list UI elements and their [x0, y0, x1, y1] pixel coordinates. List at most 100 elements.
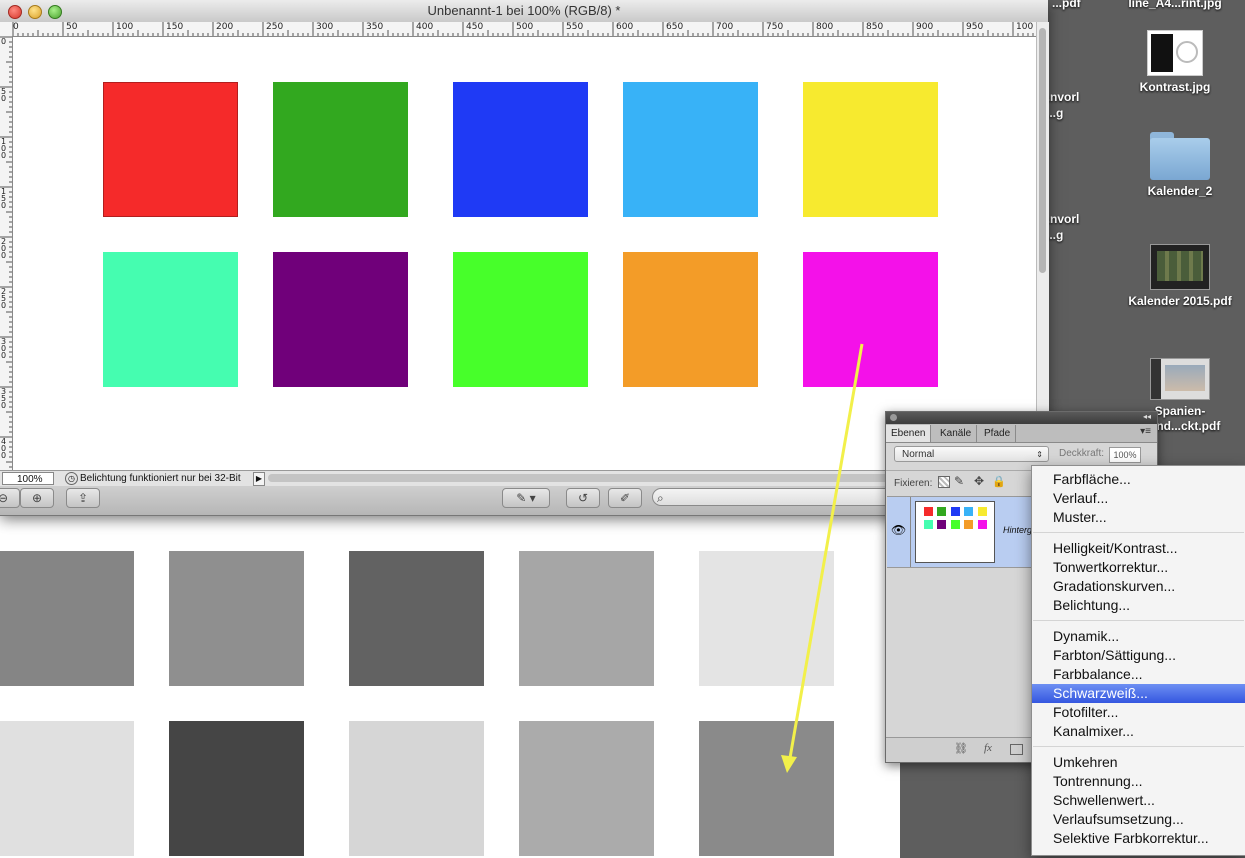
menu-item-belichtung[interactable]: Belichtung... — [1032, 596, 1245, 615]
menu-item-schwarzweiss[interactable]: Schwarzweiß... — [1032, 684, 1245, 703]
lock-move-icon[interactable]: ✥ — [974, 474, 984, 488]
ruler-label: 250 — [266, 22, 284, 32]
search-icon: ⌕ — [657, 491, 664, 505]
gray-square — [169, 551, 304, 686]
adjustment-layer-menu: Farbfläche... Verlauf... Muster... Helli… — [1031, 465, 1245, 856]
lock-transparency-icon[interactable] — [938, 476, 950, 488]
gray-square — [699, 551, 834, 686]
ruler-label: 150 — [166, 22, 184, 32]
vertical-scroll-thumb[interactable] — [1039, 28, 1046, 273]
document-canvas[interactable] — [13, 37, 1036, 470]
ruler-label: 100 — [1016, 22, 1034, 32]
edit-markup-icon[interactable]: ✐ — [608, 488, 642, 508]
ruler-label: 450 — [466, 22, 484, 32]
desktop-icon-line-a4[interactable]: line_A4...rint.jpg — [1120, 0, 1230, 11]
ruler-label: 600 — [616, 22, 634, 32]
lock-brush-icon[interactable]: ✎ — [954, 474, 964, 488]
ruler-label: 850 — [866, 22, 884, 32]
ruler-label: 200 — [216, 22, 234, 32]
opacity-input[interactable]: 100% — [1109, 447, 1141, 463]
eye-icon[interactable]: 👁 — [891, 523, 906, 537]
status-message: Belichtung funktioniert nur bei 32-Bit — [80, 473, 241, 484]
vertical-scrollbar[interactable] — [1036, 22, 1049, 470]
panel-menu-icon[interactable]: ▾≡ — [1140, 426, 1151, 437]
ruler-label: 950 — [966, 22, 984, 32]
ruler-label: 2 0 0 — [1, 237, 7, 260]
menu-item-schwellenwert[interactable]: Schwellenwert... — [1032, 791, 1245, 810]
ruler-label: 1 5 0 — [1, 187, 7, 210]
desktop-icon-kontrast[interactable]: Kontrast.jpg — [1120, 30, 1230, 95]
thumb-swatch — [964, 507, 973, 516]
add-mask-icon[interactable] — [1010, 744, 1023, 755]
fx-icon[interactable]: fx — [984, 742, 992, 754]
color-square-green — [273, 82, 408, 217]
status-menu-arrow-icon[interactable]: ▶ — [253, 472, 265, 486]
window-titlebar[interactable]: Unbenannt-1 bei 100% (RGB/8) * — [0, 0, 1048, 23]
menu-separator — [1033, 620, 1244, 621]
ruler-top[interactable]: 0 50 100 150 200 250 300 350 400 450 500… — [12, 22, 1036, 37]
ruler-label: 4 0 0 — [1, 437, 7, 460]
menu-item-muster[interactable]: Muster... — [1032, 508, 1245, 527]
panel-close-icon[interactable] — [890, 414, 897, 421]
desktop-partial-label: ...pdf — [1052, 0, 1081, 10]
ruler-label: 100 — [116, 22, 134, 32]
annotate-pen-icon[interactable]: ✎ ▾ — [502, 488, 550, 508]
thumb-swatch — [978, 520, 987, 529]
blend-mode-value: Normal — [902, 449, 935, 460]
zoom-level-field[interactable]: 100% — [2, 472, 54, 485]
panel-header[interactable]: ◂◂ — [886, 412, 1157, 424]
menu-item-tonwertkorrektur[interactable]: Tonwertkorrektur... — [1032, 558, 1245, 577]
pdf-file-icon — [1150, 358, 1210, 400]
menu-item-tontrennung[interactable]: Tontrennung... — [1032, 772, 1245, 791]
menu-item-gradationskurven[interactable]: Gradationskurven... — [1032, 577, 1245, 596]
document-info-icon[interactable]: ◷ — [65, 472, 78, 485]
menu-item-kanalmixer[interactable]: Kanalmixer... — [1032, 722, 1245, 741]
menu-item-farbton-saettigung[interactable]: Farbton/Sättigung... — [1032, 646, 1245, 665]
zoom-in-icon[interactable]: ⊕ — [20, 488, 54, 508]
chevron-updown-icon: ⇕ — [1036, 450, 1043, 459]
menu-item-farbflaeche[interactable]: Farbfläche... — [1032, 470, 1245, 489]
lock-all-icon[interactable]: 🔒 — [992, 475, 1006, 488]
thumb-swatch — [937, 507, 946, 516]
panel-collapse-icon[interactable]: ◂◂ — [1143, 412, 1151, 421]
menu-item-dynamik[interactable]: Dynamik... — [1032, 627, 1245, 646]
link-layers-icon[interactable]: ⛓ — [954, 742, 968, 755]
menu-item-verlaufsumsetzung[interactable]: Verlaufsumsetzung... — [1032, 810, 1245, 829]
zoom-out-icon[interactable]: ⊖ — [0, 488, 20, 508]
ruler-label: 5 0 — [1, 87, 7, 103]
desktop-icon-label: Kalender 2015.pdf — [1128, 294, 1232, 308]
ruler-label: 3 0 0 — [1, 337, 7, 360]
ruler-label: 900 — [916, 22, 934, 32]
share-icon[interactable]: ⇪ — [66, 488, 100, 508]
thumb-swatch — [978, 507, 987, 516]
layer-thumbnail — [915, 501, 995, 563]
lock-label: Fixieren: — [894, 478, 933, 489]
color-square-light-blue — [623, 82, 758, 217]
gray-square — [699, 721, 834, 856]
desktop-icon-kalender-2[interactable]: Kalender_2 — [1125, 132, 1235, 199]
menu-item-umkehren[interactable]: Umkehren — [1032, 753, 1245, 772]
ruler-label: 500 — [516, 22, 534, 32]
tab-paths[interactable]: Pfade — [979, 425, 1017, 442]
color-square-yellow — [803, 82, 938, 217]
ruler-label: 50 — [66, 22, 78, 32]
divider — [910, 497, 911, 567]
ruler-left[interactable]: 0 5 0 1 0 0 1 5 0 2 0 0 2 5 0 3 0 0 3 5 … — [0, 36, 13, 470]
blend-mode-select[interactable]: Normal ⇕ — [894, 446, 1049, 462]
menu-item-farbbalance[interactable]: Farbbalance... — [1032, 665, 1245, 684]
color-square-lime — [453, 252, 588, 387]
gray-square — [519, 551, 654, 686]
tab-channels[interactable]: Kanäle — [935, 425, 978, 442]
menu-item-fotofilter[interactable]: Fotofilter... — [1032, 703, 1245, 722]
desktop-icon-kalender-2015[interactable]: Kalender 2015.pdf — [1125, 244, 1235, 309]
rotate-icon[interactable]: ↺ — [566, 488, 600, 508]
tab-layers[interactable]: Ebenen — [886, 425, 932, 442]
ruler-label: 1 0 0 — [1, 137, 7, 160]
ruler-label: 700 — [716, 22, 734, 32]
menu-item-selektive-farbkorrektur[interactable]: Selektive Farbkorrektur... — [1032, 829, 1245, 848]
menu-item-helligkeit-kontrast[interactable]: Helligkeit/Kontrast... — [1032, 539, 1245, 558]
pdf-file-icon — [1150, 244, 1210, 290]
gray-square — [0, 551, 134, 686]
menu-item-verlauf[interactable]: Verlauf... — [1032, 489, 1245, 508]
panel-tabs: Ebenen Kanäle Pfade ▾≡ — [886, 424, 1157, 443]
